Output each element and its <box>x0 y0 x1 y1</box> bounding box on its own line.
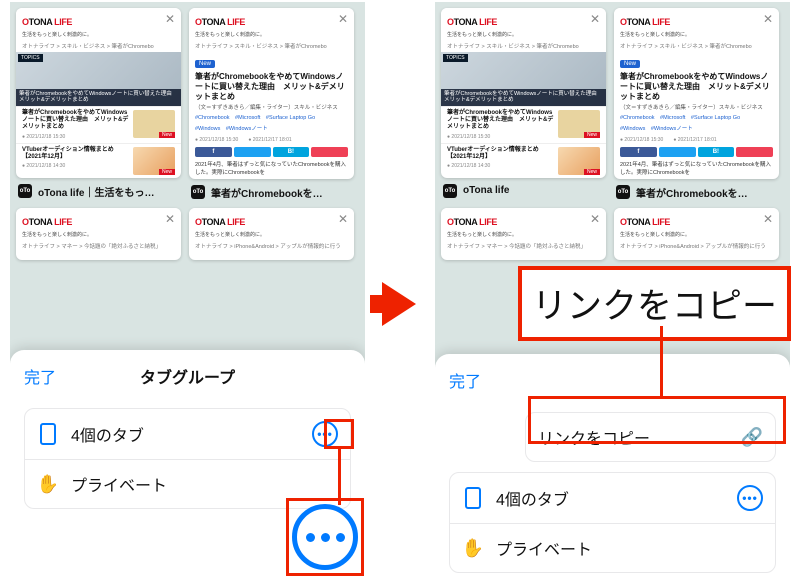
tab-grid: ✕ OTONA LIFE 生活をもっと楽しく刺激的に。 オトナライフ > スキル… <box>435 2 790 266</box>
tab-card[interactable]: ✕ OTONA LIFE 生活をもっと楽しく刺激的に。 オトナライフ > スキル… <box>189 8 354 200</box>
tab-card[interactable]: ✕ OTONA LIFE 生活をもっと楽しく刺激的に。 オトナライフ > マネー… <box>16 208 181 260</box>
close-icon[interactable]: ✕ <box>336 212 350 226</box>
breadcrumb: オトナライフ > スキル・ビジネス > 筆者がChromebo <box>189 40 354 52</box>
callout-copy-link: リンクをコピー <box>518 266 791 341</box>
more-icon[interactable]: ••• <box>312 421 338 447</box>
copy-link-menu: リンクをコピー 🔗 <box>525 412 776 462</box>
copy-link-label: リンクをコピー <box>538 425 729 449</box>
tab-caption: 筆者がChromebookを… <box>211 185 352 200</box>
favicon-icon: oTo <box>191 185 205 199</box>
done-button[interactable]: 完了 <box>24 364 56 388</box>
tab-caption: oTona life｜生活をもっ… <box>38 184 179 199</box>
tab-card[interactable]: ✕ OTONA LIFE 生活をもっと楽しく刺激的に。 オトナライフ > iPh… <box>189 208 354 260</box>
favicon-icon: oTo <box>443 184 457 198</box>
tab-caption: 筆者がChromebookを… <box>636 185 777 200</box>
close-icon[interactable]: ✕ <box>761 212 775 226</box>
phone-screenshot-left: ✕ OTONA LIFE 生活をもっと楽しく刺激的に。 オトナライフ > スキル… <box>10 2 365 582</box>
hand-icon: ✋ <box>37 474 59 495</box>
close-icon[interactable]: ✕ <box>163 212 177 226</box>
breadcrumb: オトナライフ > スキル・ビジネス > 筆者がChromebo <box>16 40 181 52</box>
tab-card[interactable]: ✕ OTONA LIFE 生活をもっと楽しく刺激的に。 オトナライフ > スキル… <box>441 8 606 200</box>
done-button[interactable]: 完了 <box>449 368 481 392</box>
article-title: 筆者がChromebookをやめてWindowsノートに買い替えた理由 メリット… <box>189 70 354 104</box>
tab-card[interactable]: ✕ OTONA LIFE生活をもっと楽しく刺激的に。 オトナライフ > iPho… <box>614 208 779 260</box>
share-bar: fB! <box>189 144 354 160</box>
close-icon[interactable]: ✕ <box>761 12 775 26</box>
callout-more-icon <box>292 504 358 570</box>
favicon-icon: oTo <box>616 185 630 199</box>
private-row-label: プライベート <box>71 472 338 496</box>
more-icon[interactable]: ••• <box>737 485 763 511</box>
close-icon[interactable]: ✕ <box>588 12 602 26</box>
tabs-row-label: 4個のタブ <box>71 422 300 446</box>
tab-card[interactable]: ✕ OTONA LIFE 生活をもっと楽しく刺激的に。 オトナライフ > スキル… <box>16 8 181 200</box>
close-icon[interactable]: ✕ <box>163 12 177 26</box>
link-icon: 🔗 <box>741 427 763 448</box>
tab-group-list: 4個のタブ ••• ✋ プライベート <box>449 472 776 573</box>
new-badge: New <box>195 60 215 68</box>
tabs-row[interactable]: 4個のタブ ••• <box>450 473 775 523</box>
favicon-icon: oTo <box>18 184 32 198</box>
tabs-icon <box>462 487 484 509</box>
copy-link-row[interactable]: リンクをコピー 🔗 <box>526 413 775 461</box>
site-tagline: 生活をもっと楽しく刺激的に。 <box>22 31 175 38</box>
private-row[interactable]: ✋ プライベート <box>450 523 775 572</box>
tab-grid: ✕ OTONA LIFE 生活をもっと楽しく刺激的に。 オトナライフ > スキル… <box>10 2 365 266</box>
arrow-icon <box>382 282 416 326</box>
tab-card[interactable]: ✕ OTONA LIFE生活をもっと楽しく刺激的に。 オトナライフ > マネー … <box>441 208 606 260</box>
close-icon[interactable]: ✕ <box>588 212 602 226</box>
close-icon[interactable]: ✕ <box>336 12 350 26</box>
tab-caption: oTona life <box>463 185 604 196</box>
tabs-row[interactable]: 4個のタブ ••• <box>25 409 350 459</box>
hand-icon: ✋ <box>462 538 484 559</box>
tab-group-list: 4個のタブ ••• ✋ プライベート <box>24 408 351 509</box>
tab-card[interactable]: ✕ OTONA LIFE 生活をもっと楽しく刺激的に。 オトナライフ > スキル… <box>614 8 779 200</box>
tab-group-sheet: 完了 リンクをコピー 🔗 4個のタブ ••• ✋ プライベート <box>435 354 790 582</box>
sheet-title: タブグループ <box>10 364 365 388</box>
tabs-icon <box>37 423 59 445</box>
hero-thumb: TOPICS 筆者がChromebookをやめてWindowsノートに買い替えた… <box>16 52 181 106</box>
private-row[interactable]: ✋ プライベート <box>25 459 350 508</box>
